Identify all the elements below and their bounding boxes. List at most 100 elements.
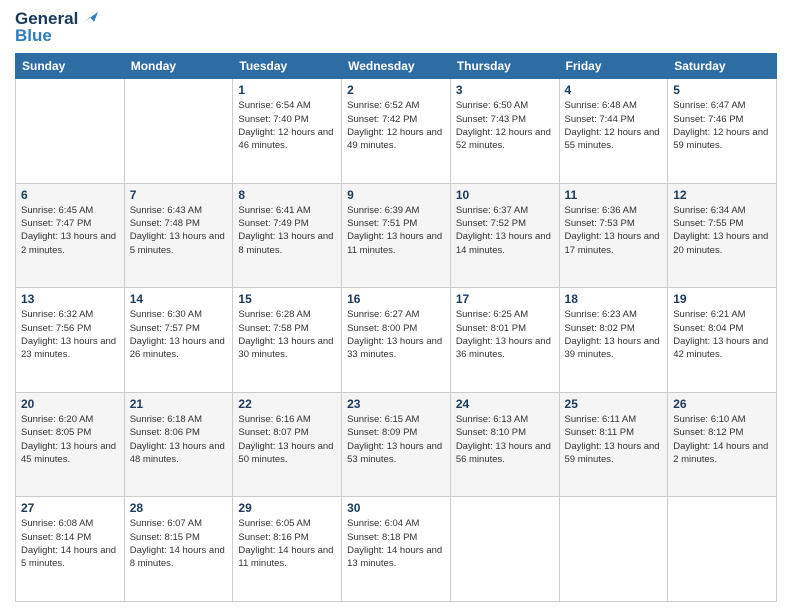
calendar-day-21: 21 Sunrise: 6:18 AM Sunset: 8:06 PM Dayli… [124,392,233,497]
day-number: 12 [673,188,771,202]
day-number: 19 [673,292,771,306]
day-number: 23 [347,397,445,411]
day-info: Sunrise: 6:41 AM Sunset: 7:49 PM Dayligh… [238,204,336,257]
day-info: Sunrise: 6:48 AM Sunset: 7:44 PM Dayligh… [565,99,663,152]
day-info: Sunrise: 6:11 AM Sunset: 8:11 PM Dayligh… [565,413,663,466]
calendar-day-15: 15 Sunrise: 6:28 AM Sunset: 7:58 PM Dayli… [233,288,342,393]
calendar-week-row: 6 Sunrise: 6:45 AM Sunset: 7:47 PM Daylig… [16,183,777,288]
calendar-week-row: 13 Sunrise: 6:32 AM Sunset: 7:56 PM Dayli… [16,288,777,393]
day-info: Sunrise: 6:52 AM Sunset: 7:42 PM Dayligh… [347,99,445,152]
day-number: 27 [21,501,119,515]
day-number: 21 [130,397,228,411]
day-number: 10 [456,188,554,202]
day-info: Sunrise: 6:27 AM Sunset: 8:00 PM Dayligh… [347,308,445,361]
day-number: 25 [565,397,663,411]
calendar-day-13: 13 Sunrise: 6:32 AM Sunset: 7:56 PM Dayli… [16,288,125,393]
day-number: 3 [456,83,554,97]
day-info: Sunrise: 6:36 AM Sunset: 7:53 PM Dayligh… [565,204,663,257]
calendar-table: SundayMondayTuesdayWednesdayThursdayFrid… [15,53,777,602]
calendar-day-18: 18 Sunrise: 6:23 AM Sunset: 8:02 PM Dayli… [559,288,668,393]
calendar-day-28: 28 Sunrise: 6:07 AM Sunset: 8:15 PM Dayli… [124,497,233,602]
calendar-day-empty [124,79,233,184]
day-info: Sunrise: 6:04 AM Sunset: 8:18 PM Dayligh… [347,517,445,570]
day-info: Sunrise: 6:32 AM Sunset: 7:56 PM Dayligh… [21,308,119,361]
calendar-day-12: 12 Sunrise: 6:34 AM Sunset: 7:55 PM Dayli… [668,183,777,288]
day-info: Sunrise: 6:47 AM Sunset: 7:46 PM Dayligh… [673,99,771,152]
day-number: 15 [238,292,336,306]
calendar-week-row: 1 Sunrise: 6:54 AM Sunset: 7:40 PM Daylig… [16,79,777,184]
day-info: Sunrise: 6:43 AM Sunset: 7:48 PM Dayligh… [130,204,228,257]
day-info: Sunrise: 6:54 AM Sunset: 7:40 PM Dayligh… [238,99,336,152]
calendar-day-10: 10Sunrise: 6:37 AM Sunset: 7:52 PM Dayli… [450,183,559,288]
calendar-day-3: 3 Sunrise: 6:50 AM Sunset: 7:43 PM Daylig… [450,79,559,184]
weekday-header-wednesday: Wednesday [342,54,451,79]
calendar-day-9: 9Sunrise: 6:39 AM Sunset: 7:51 PM Daylig… [342,183,451,288]
weekday-header-sunday: Sunday [16,54,125,79]
weekday-header-saturday: Saturday [668,54,777,79]
day-number: 29 [238,501,336,515]
calendar-day-4: 4 Sunrise: 6:48 AM Sunset: 7:44 PM Daylig… [559,79,668,184]
calendar-day-11: 11 Sunrise: 6:36 AM Sunset: 7:53 PM Dayli… [559,183,668,288]
day-info: Sunrise: 6:20 AM Sunset: 8:05 PM Dayligh… [21,413,119,466]
day-number: 18 [565,292,663,306]
logo-blue: Blue [15,27,52,46]
day-number: 11 [565,188,663,202]
day-number: 6 [21,188,119,202]
calendar-day-29: 29 Sunrise: 6:05 AM Sunset: 8:16 PM Dayli… [233,497,342,602]
calendar-day-16: 16 Sunrise: 6:27 AM Sunset: 8:00 PM Dayli… [342,288,451,393]
calendar-day-23: 23Sunrise: 6:15 AM Sunset: 8:09 PM Dayli… [342,392,451,497]
day-info: Sunrise: 6:07 AM Sunset: 8:15 PM Dayligh… [130,517,228,570]
calendar-day-empty [450,497,559,602]
calendar-day-19: 19Sunrise: 6:21 AM Sunset: 8:04 PM Dayli… [668,288,777,393]
day-number: 1 [238,83,336,97]
weekday-header-monday: Monday [124,54,233,79]
day-number: 13 [21,292,119,306]
day-number: 16 [347,292,445,306]
day-info: Sunrise: 6:10 AM Sunset: 8:12 PM Dayligh… [673,413,771,466]
page-header: General Blue [15,10,777,45]
calendar-day-17: 17Sunrise: 6:25 AM Sunset: 8:01 PM Dayli… [450,288,559,393]
day-number: 2 [347,83,445,97]
weekday-header-friday: Friday [559,54,668,79]
calendar-day-8: 8Sunrise: 6:41 AM Sunset: 7:49 PM Daylig… [233,183,342,288]
calendar-day-2: 2 Sunrise: 6:52 AM Sunset: 7:42 PM Daylig… [342,79,451,184]
day-number: 24 [456,397,554,411]
calendar-day-empty [668,497,777,602]
day-number: 30 [347,501,445,515]
day-info: Sunrise: 6:50 AM Sunset: 7:43 PM Dayligh… [456,99,554,152]
day-number: 4 [565,83,663,97]
calendar-day-7: 7 Sunrise: 6:43 AM Sunset: 7:48 PM Daylig… [124,183,233,288]
day-info: Sunrise: 6:05 AM Sunset: 8:16 PM Dayligh… [238,517,336,570]
calendar-day-5: 5Sunrise: 6:47 AM Sunset: 7:46 PM Daylig… [668,79,777,184]
calendar-day-14: 14 Sunrise: 6:30 AM Sunset: 7:57 PM Dayli… [124,288,233,393]
day-info: Sunrise: 6:13 AM Sunset: 8:10 PM Dayligh… [456,413,554,466]
calendar-day-30: 30 Sunrise: 6:04 AM Sunset: 8:18 PM Dayli… [342,497,451,602]
day-number: 28 [130,501,228,515]
calendar-week-row: 20 Sunrise: 6:20 AM Sunset: 8:05 PM Dayli… [16,392,777,497]
day-info: Sunrise: 6:34 AM Sunset: 7:55 PM Dayligh… [673,204,771,257]
weekday-header-tuesday: Tuesday [233,54,342,79]
day-number: 17 [456,292,554,306]
calendar-day-1: 1 Sunrise: 6:54 AM Sunset: 7:40 PM Daylig… [233,79,342,184]
calendar-day-empty [16,79,125,184]
day-info: Sunrise: 6:30 AM Sunset: 7:57 PM Dayligh… [130,308,228,361]
logo-container: General Blue [15,10,98,45]
day-number: 20 [21,397,119,411]
day-info: Sunrise: 6:08 AM Sunset: 8:14 PM Dayligh… [21,517,119,570]
day-info: Sunrise: 6:39 AM Sunset: 7:51 PM Dayligh… [347,204,445,257]
calendar-day-26: 26 Sunrise: 6:10 AM Sunset: 8:12 PM Dayli… [668,392,777,497]
day-number: 22 [238,397,336,411]
day-info: Sunrise: 6:28 AM Sunset: 7:58 PM Dayligh… [238,308,336,361]
day-info: Sunrise: 6:23 AM Sunset: 8:02 PM Dayligh… [565,308,663,361]
calendar-day-25: 25 Sunrise: 6:11 AM Sunset: 8:11 PM Dayli… [559,392,668,497]
calendar-day-27: 27 Sunrise: 6:08 AM Sunset: 8:14 PM Dayli… [16,497,125,602]
day-info: Sunrise: 6:16 AM Sunset: 8:07 PM Dayligh… [238,413,336,466]
day-number: 14 [130,292,228,306]
day-number: 26 [673,397,771,411]
day-info: Sunrise: 6:45 AM Sunset: 7:47 PM Dayligh… [21,204,119,257]
day-number: 7 [130,188,228,202]
weekday-header-thursday: Thursday [450,54,559,79]
day-info: Sunrise: 6:18 AM Sunset: 8:06 PM Dayligh… [130,413,228,466]
logo: General Blue [15,10,98,45]
calendar-day-6: 6 Sunrise: 6:45 AM Sunset: 7:47 PM Daylig… [16,183,125,288]
